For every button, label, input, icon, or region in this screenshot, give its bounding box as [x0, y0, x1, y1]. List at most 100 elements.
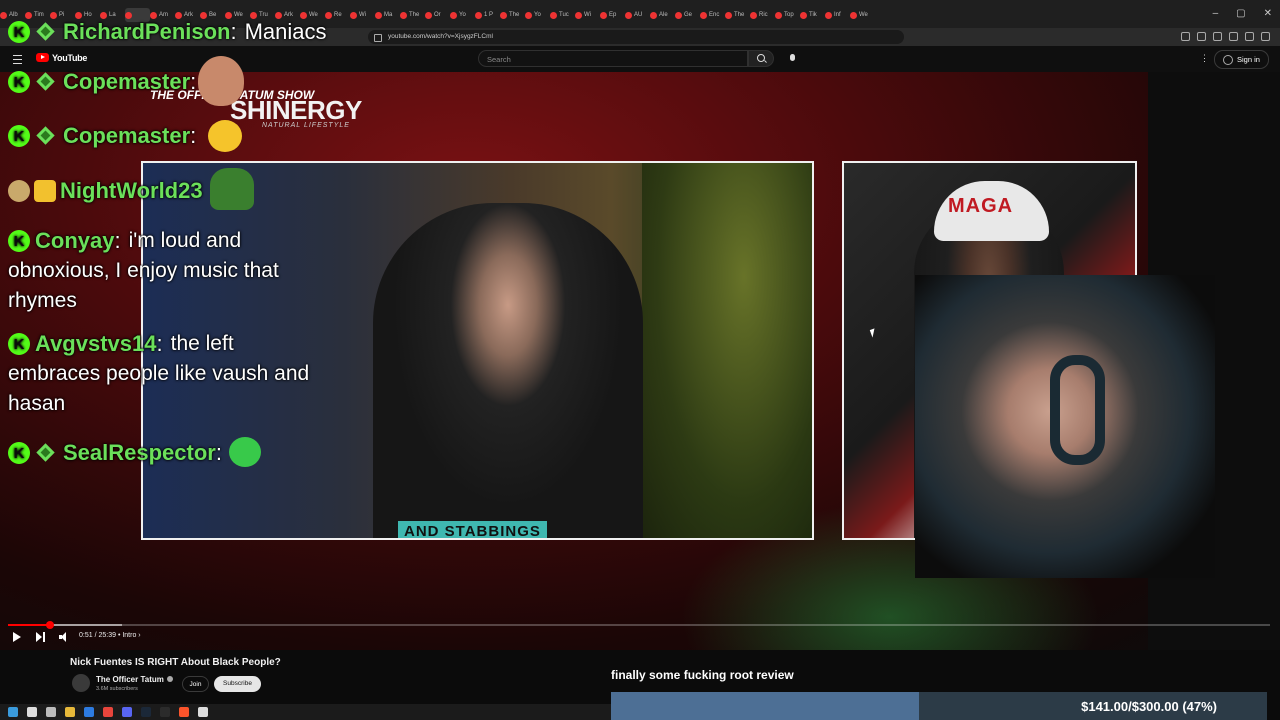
taskbar — [0, 704, 611, 720]
browser-tab[interactable]: Inf — [825, 8, 850, 22]
maximize-button[interactable]: ▢ — [1236, 8, 1245, 19]
progress-knob[interactable] — [45, 621, 54, 629]
terminal-icon[interactable] — [160, 707, 170, 717]
address-bar[interactable]: youtube.com/watch?v=XjsygzFLCml — [368, 30, 904, 44]
diamond-badge-icon — [35, 21, 57, 43]
tab-favicon-icon — [550, 11, 557, 19]
brave-icon[interactable] — [179, 707, 189, 717]
tab-favicon-icon — [650, 11, 657, 19]
obs-icon[interactable] — [198, 707, 208, 717]
browser-tab[interactable]: The — [400, 8, 425, 22]
taskview-icon[interactable] — [46, 707, 56, 717]
chat-colon: : — [156, 331, 163, 356]
edge-icon[interactable] — [84, 707, 94, 717]
extension-icon[interactable] — [1213, 32, 1222, 41]
minimize-button[interactable]: – — [1213, 8, 1219, 19]
browser-tab[interactable]: Ma — [375, 8, 400, 22]
chat-overlay: K RichardPenison: Maniacs K Copemaster: … — [0, 0, 345, 480]
donation-goal-label: $141.00/$300.00 (47%) — [1081, 699, 1217, 714]
browser-tab[interactable]: AU — [625, 8, 650, 22]
explorer-icon[interactable] — [65, 707, 75, 717]
kick-badge-icon: K — [8, 125, 30, 147]
tab-label: Yo — [534, 12, 541, 18]
channel-name-text: The Officer Tatum — [96, 675, 164, 684]
extension-icon[interactable] — [1197, 32, 1206, 41]
site-info-icon[interactable] — [374, 34, 382, 42]
tab-favicon-icon — [475, 11, 482, 19]
browser-tab[interactable]: Tik — [800, 8, 825, 22]
subscribe-button[interactable]: Subscribe — [214, 676, 261, 692]
tab-favicon-icon — [725, 11, 732, 19]
browser-tab[interactable]: Ale — [650, 8, 675, 22]
play-icon[interactable] — [13, 632, 21, 642]
browser-tab[interactable]: Wi — [350, 8, 375, 22]
chat-colon: : — [190, 69, 197, 94]
close-button[interactable]: ✕ — [1264, 8, 1272, 19]
browser-tab[interactable]: 1 P — [475, 8, 500, 22]
browser-tab[interactable]: Yo — [450, 8, 475, 22]
sign-in-button[interactable]: Sign in — [1214, 50, 1269, 69]
browser-tab[interactable]: Tuc — [550, 8, 575, 22]
chrome-icon[interactable] — [103, 707, 113, 717]
volume-icon[interactable] — [59, 632, 69, 642]
windows-icon[interactable] — [8, 707, 18, 717]
chat-message: K Copemaster: — [8, 123, 204, 149]
join-button[interactable]: Join — [182, 676, 209, 692]
menu-icon[interactable] — [1261, 32, 1270, 41]
browser-tab[interactable]: Ric — [750, 8, 775, 22]
url-text: youtube.com/watch?v=XjsygzFLCml — [388, 33, 493, 40]
diamond-badge-icon — [35, 442, 57, 464]
browser-tab[interactable]: Top — [775, 8, 800, 22]
tab-favicon-icon — [775, 11, 782, 19]
chat-username: RichardPenison — [63, 19, 231, 44]
search-icon[interactable] — [27, 707, 37, 717]
browser-tab[interactable]: The — [500, 8, 525, 22]
chat-colon: : — [114, 228, 121, 253]
sunglasses-emote-icon — [208, 120, 242, 152]
tab-label: Or — [434, 12, 441, 18]
kick-badge-icon: K — [8, 21, 30, 43]
chat-colon: : — [230, 19, 237, 44]
tab-favicon-icon — [375, 11, 382, 19]
tab-label: Inf — [834, 12, 841, 18]
tab-label: Top — [784, 12, 794, 18]
chat-text: Maniacs — [244, 19, 327, 44]
pepe-emote-icon — [210, 168, 254, 210]
chat-message: K RichardPenison: Maniacs — [8, 19, 327, 45]
steam-icon[interactable] — [141, 707, 151, 717]
next-icon[interactable] — [36, 632, 45, 642]
tab-label: Ge — [684, 12, 693, 18]
discord-icon[interactable] — [122, 707, 132, 717]
tab-favicon-icon — [400, 11, 407, 19]
browser-tab[interactable]: Ge — [675, 8, 700, 22]
chapter-text[interactable]: • Intro › — [118, 632, 141, 639]
tab-label: Wi — [584, 12, 591, 18]
channel-name[interactable]: The Officer Tatum — [96, 675, 173, 684]
browser-tab[interactable]: Ep — [600, 8, 625, 22]
subscriber-count: 3.6M subscribers — [96, 686, 138, 692]
browser-tab[interactable]: The — [725, 8, 750, 22]
tab-label: Ep — [609, 12, 617, 18]
search-button[interactable] — [748, 50, 774, 67]
browser-tab[interactable]: Wi — [575, 8, 600, 22]
extension-icon[interactable] — [1181, 32, 1190, 41]
donation-goal-bar: $141.00/$300.00 (47%) — [611, 692, 1267, 720]
chat-colon: : — [190, 123, 197, 148]
more-options-icon[interactable]: ⋮ — [1200, 53, 1209, 64]
chat-username: Conyay — [35, 228, 115, 253]
microphone-icon[interactable] — [790, 54, 795, 61]
extension-icon[interactable] — [1245, 32, 1254, 41]
search-input[interactable]: Search — [478, 50, 748, 67]
tab-favicon-icon — [625, 11, 632, 19]
browser-tab[interactable]: Enc — [700, 8, 725, 22]
channel-avatar[interactable] — [72, 674, 90, 692]
tab-favicon-icon — [450, 11, 457, 19]
browser-tab[interactable]: We — [850, 8, 875, 22]
browser-tab[interactable]: Or — [425, 8, 450, 22]
progress-bar[interactable] — [8, 621, 1270, 629]
emoji-badge-icon — [34, 180, 56, 202]
browser-tab[interactable]: Yo — [525, 8, 550, 22]
chat-message: K Conyay: i'm loud and — [8, 228, 241, 254]
search-icon — [757, 54, 765, 62]
extension-icon[interactable] — [1229, 32, 1238, 41]
